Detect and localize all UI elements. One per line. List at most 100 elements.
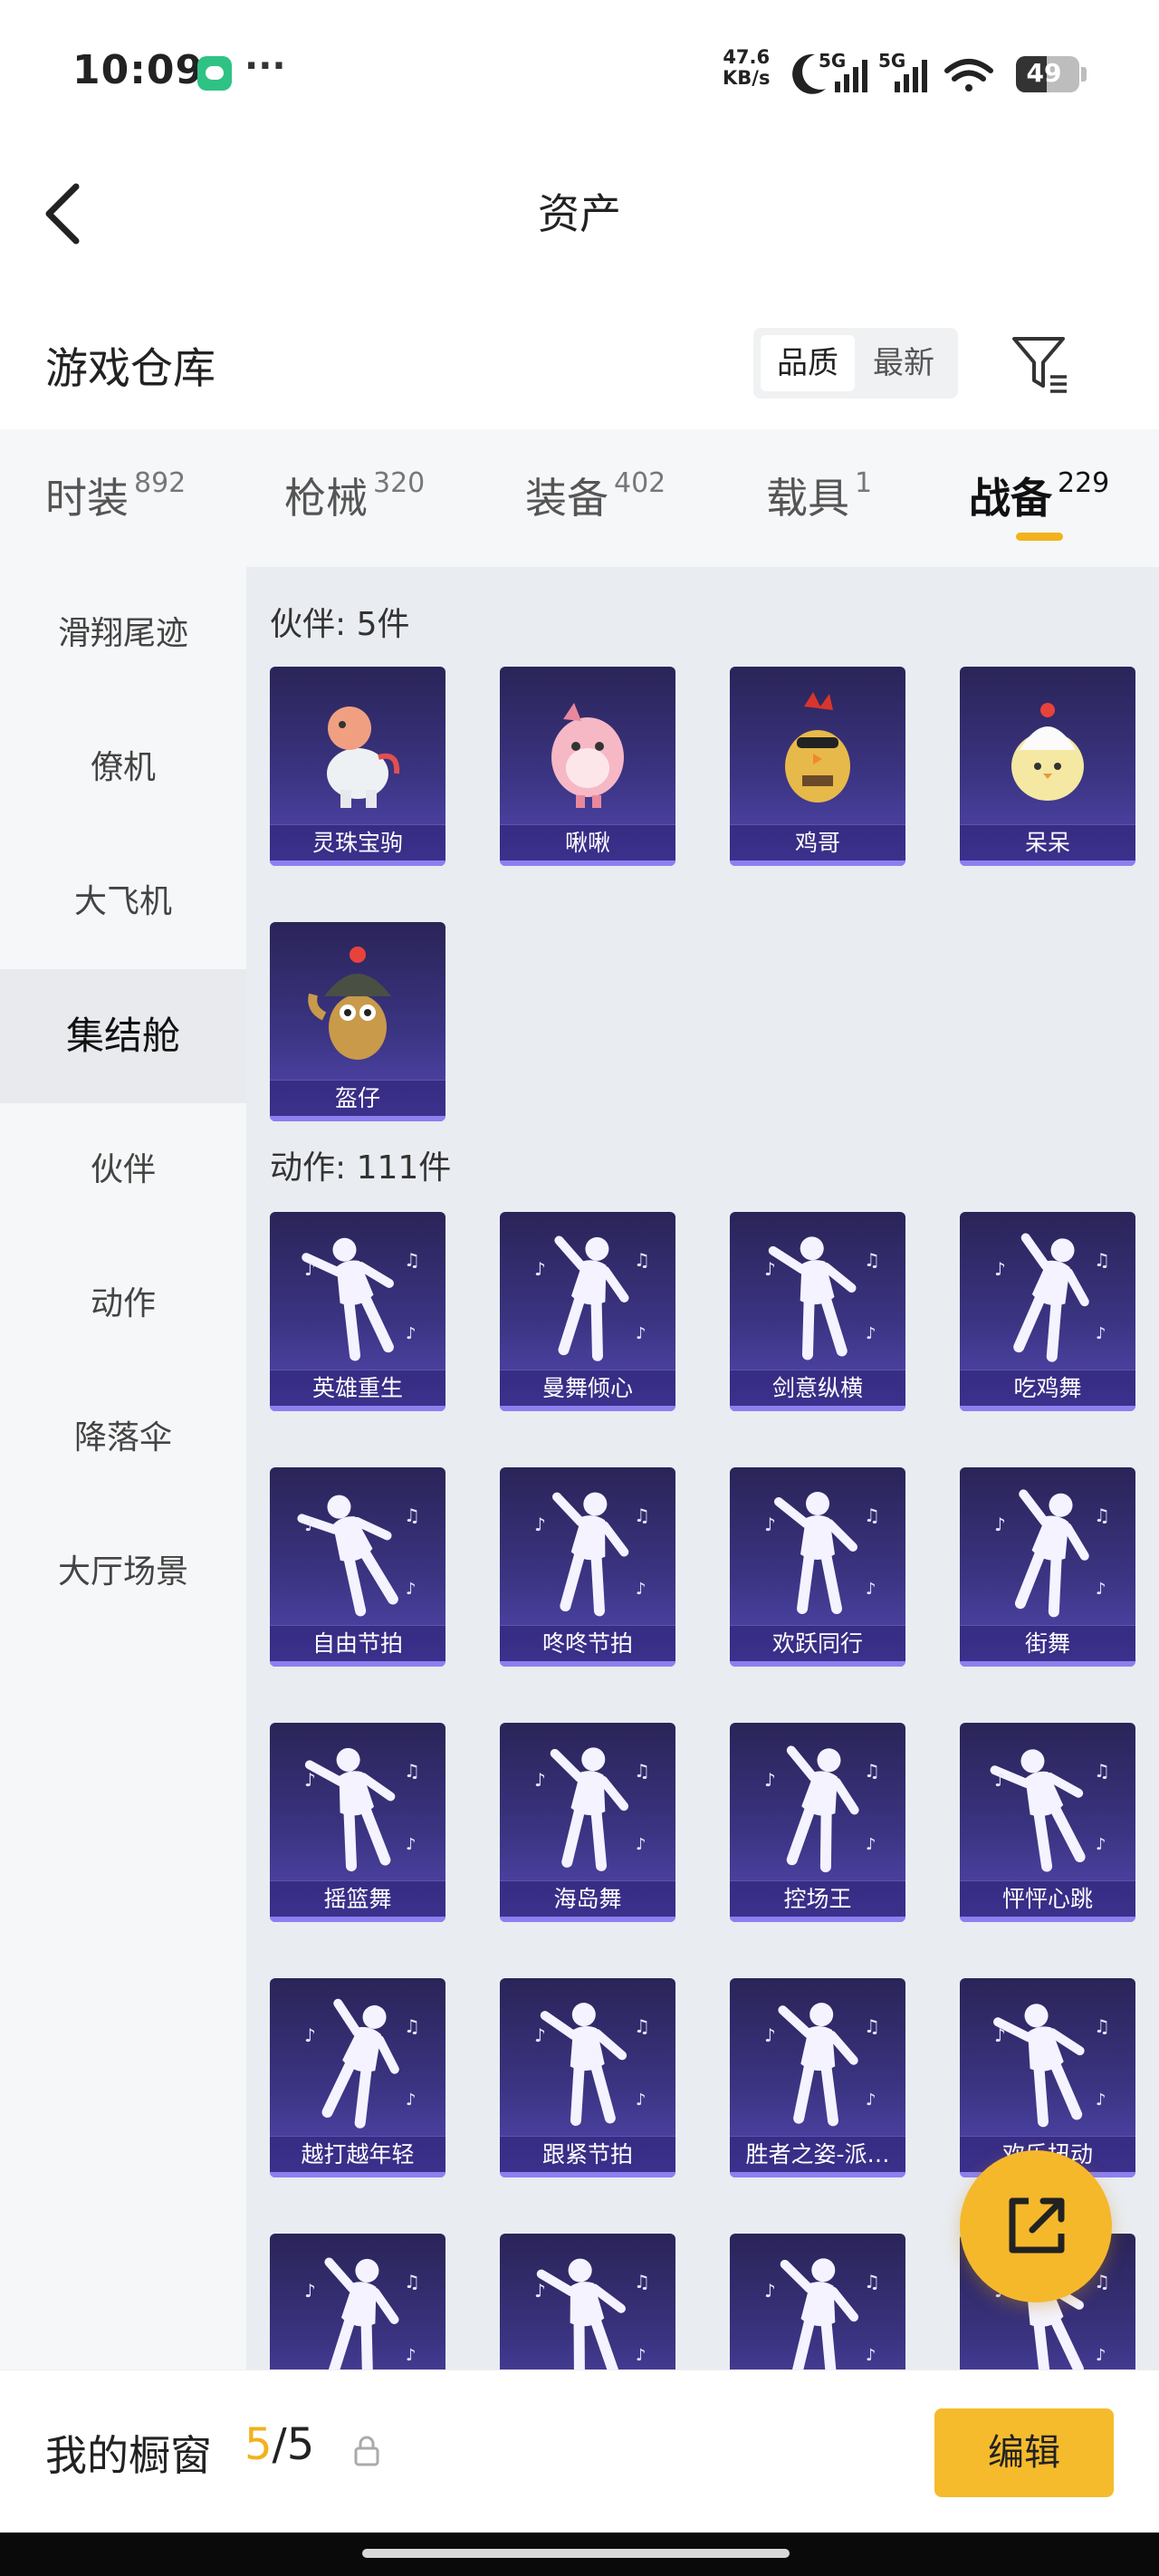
dance-pose-icon: ♪ ♫ ♪ — [297, 1495, 420, 1617]
emote-card[interactable]: ♪ ♫ ♪ 吃鸡舞 — [960, 1212, 1135, 1411]
warehouse-title: 游戏仓库 — [45, 344, 216, 394]
tab-battle-prep[interactable]: 战备 229 — [969, 466, 1109, 525]
emote-card[interactable]: ♪ ♫ ♪ 咚咚节拍 — [500, 1467, 675, 1667]
emote-card[interactable]: ♪ ♫ ♪ 控场王 — [730, 1723, 905, 1922]
sidebar-item-parachute[interactable]: 降落伞 — [0, 1371, 246, 1505]
dance-pose-icon: ♪ ♫ ♪ — [534, 2003, 650, 2127]
battery-icon: 49 — [1016, 56, 1079, 92]
sidebar-item-wingman[interactable]: 僚机 — [0, 701, 246, 835]
svg-text:♪: ♪ — [866, 2091, 876, 2110]
status-time: 10:09 — [72, 47, 205, 93]
emote-card[interactable]: ♪ ♫ ♪ — [500, 2234, 675, 2369]
svg-text:♪: ♪ — [1096, 2346, 1106, 2365]
home-indicator[interactable] — [362, 2549, 790, 2558]
sort-newest-option[interactable]: 最新 — [857, 335, 951, 391]
sidebar-item-companion[interactable]: 伙伴 — [0, 1103, 246, 1237]
dance-pose-icon: ♪ ♫ ♪ — [764, 1236, 880, 1360]
item-name: 摇篮舞 — [270, 1880, 445, 1917]
dance-pose-icon: ♪ ♫ ♪ — [304, 1747, 420, 1872]
emote-card[interactable]: ♪ ♫ ♪ 自由节拍 — [270, 1467, 445, 1667]
emote-card[interactable]: ♪ ♫ ♪ 怦怦心跳 — [960, 1723, 1135, 1922]
svg-text:♪: ♪ — [534, 1769, 546, 1791]
more-notifications-icon: ··· — [244, 45, 286, 87]
dance-pose-icon: ♪ ♫ ♪ — [764, 2003, 880, 2127]
svg-text:♪: ♪ — [636, 1835, 647, 1854]
dance-pose-icon: ♪ ♫ ♪ — [534, 1235, 650, 1361]
svg-text:♪: ♪ — [406, 1835, 417, 1854]
active-tab-indicator — [1016, 533, 1063, 541]
tab-count: 1 — [855, 467, 873, 499]
emote-card[interactable]: ♪ ♫ ♪ 曼舞倾心 — [500, 1212, 675, 1411]
filter-button[interactable] — [1011, 332, 1070, 395]
emote-card[interactable]: ♪ ♫ ♪ 摇篮舞 — [270, 1723, 445, 1922]
svg-text:♪: ♪ — [406, 1324, 417, 1343]
svg-text:♫: ♫ — [404, 1504, 420, 1526]
share-button[interactable] — [960, 2150, 1112, 2302]
emote-card[interactable]: ♪ ♫ ♪ 街舞 — [960, 1467, 1135, 1667]
item-name: 越打越年轻 — [270, 2136, 445, 2172]
sidebar-item-lobby-scene[interactable]: 大厅场景 — [0, 1505, 246, 1639]
sort-quality-option[interactable]: 品质 — [761, 335, 855, 391]
item-name: 自由节拍 — [270, 1625, 445, 1661]
tab-count: 229 — [1058, 467, 1110, 499]
svg-text:♪: ♪ — [866, 1324, 876, 1343]
emote-card[interactable]: ♪ ♫ ♪ — [730, 2234, 905, 2369]
sunglasses-chicken-companion-icon — [785, 692, 850, 803]
emote-card[interactable]: ♪ ♫ ♪ — [270, 2234, 445, 2369]
emote-card[interactable]: ♪ ♫ ♪ 跟紧节拍 — [500, 1978, 675, 2177]
tab-label: 载具 — [766, 474, 849, 523]
emote-card[interactable]: ♪ ♫ ♪ 欢跃同行 — [730, 1467, 905, 1667]
lock-icon — [354, 2436, 379, 2466]
5g-label-2: 5G — [878, 50, 905, 72]
share-external-icon — [1009, 2197, 1065, 2254]
svg-text:♪: ♪ — [764, 2280, 776, 2302]
svg-text:♫: ♫ — [634, 1760, 650, 1782]
svg-text:♫: ♫ — [864, 1760, 880, 1782]
svg-text:♪: ♪ — [764, 1258, 776, 1280]
tab-equipment[interactable]: 装备 402 — [525, 466, 666, 525]
emote-card[interactable]: ♪ ♫ ♪ 英雄重生 — [270, 1212, 445, 1411]
sidebar-item-emote[interactable]: 动作 — [0, 1237, 246, 1371]
edit-button[interactable]: 编辑 — [934, 2408, 1114, 2497]
svg-text:♪: ♪ — [994, 1514, 1006, 1535]
tab-vehicles[interactable]: 载具 1 — [766, 466, 872, 525]
dance-pose-icon: ♪ ♫ ♪ — [304, 2257, 420, 2369]
sidebar-item-glide-trail[interactable]: 滑翔尾迹 — [0, 567, 246, 701]
sidebar-item-assembly-pod[interactable]: 集结舱 — [0, 969, 246, 1103]
svg-text:♪: ♪ — [866, 1835, 876, 1854]
dance-pose-icon: ♪ ♫ ♪ — [994, 1233, 1110, 1362]
emote-card[interactable]: ♪ ♫ ♪ 胜者之姿-派… — [730, 1978, 905, 2177]
emote-card[interactable]: ♪ ♫ ♪ 剑意纵横 — [730, 1212, 905, 1411]
item-name: 咚咚节拍 — [500, 1625, 675, 1661]
dance-pose-icon: ♪ ♫ ♪ — [764, 1745, 880, 1873]
tab-fashion[interactable]: 时装 892 — [45, 466, 186, 525]
sidebar-item-big-plane[interactable]: 大飞机 — [0, 835, 246, 969]
svg-text:♪: ♪ — [534, 1258, 546, 1280]
dance-pose-icon: ♪ ♫ ♪ — [534, 2258, 650, 2369]
item-name: 胜者之姿-派… — [730, 2136, 905, 2172]
dance-pose-icon: ♪ ♫ ♪ — [993, 2004, 1110, 2128]
tab-count: 892 — [134, 467, 187, 499]
svg-text:♫: ♫ — [1094, 2015, 1110, 2037]
tab-label: 枪械 — [284, 474, 368, 523]
companion-card[interactable]: 呆呆 — [960, 667, 1135, 866]
item-name: 鸡哥 — [730, 824, 905, 860]
emote-card[interactable]: ♪ ♫ ♪ 越打越年轻 — [270, 1978, 445, 2177]
emote-card[interactable]: ♪ ♫ ♪ 海岛舞 — [500, 1723, 675, 1922]
dance-pose-icon: ♪ ♫ ♪ — [994, 1489, 1110, 1618]
dragon-horse-companion-icon — [327, 706, 400, 808]
svg-text:♫: ♫ — [634, 2271, 650, 2292]
companion-card[interactable]: 啾啾 — [500, 667, 675, 866]
wifi-icon — [944, 59, 993, 91]
svg-text:♪: ♪ — [406, 2346, 417, 2365]
companion-card[interactable]: 盔仔 — [270, 922, 445, 1121]
companion-card[interactable]: 灵珠宝驹 — [270, 667, 445, 866]
tab-label: 时装 — [45, 474, 129, 523]
companion-card[interactable]: 鸡哥 — [730, 667, 905, 866]
emote-card[interactable]: ♪♫♪欢乐扭动 — [960, 1978, 1135, 2177]
item-name: 街舞 — [960, 1625, 1135, 1661]
svg-text:♪: ♪ — [534, 1514, 546, 1535]
svg-text:♪: ♪ — [406, 2091, 417, 2110]
item-name: 欢跃同行 — [730, 1625, 905, 1661]
tab-firearms[interactable]: 枪械 320 — [284, 466, 425, 525]
